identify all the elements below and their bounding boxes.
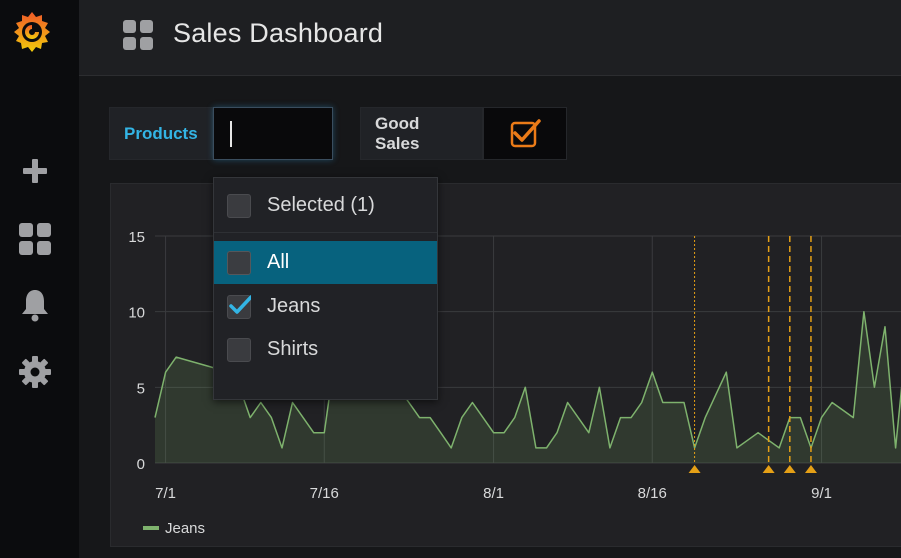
annotation-marker bbox=[688, 465, 701, 473]
option-label: Selected (1) bbox=[267, 194, 375, 216]
good-sales-checkbox[interactable] bbox=[483, 107, 567, 160]
page-title[interactable]: Sales Dashboard bbox=[173, 18, 383, 49]
gear-icon[interactable] bbox=[18, 355, 52, 389]
plus-icon[interactable] bbox=[18, 154, 52, 188]
sidebar bbox=[0, 0, 79, 558]
x-tick-label: 8/16 bbox=[638, 485, 667, 502]
x-tick-label: 8/1 bbox=[483, 485, 504, 502]
dropdown-option-selected[interactable]: Selected (1) bbox=[214, 184, 437, 227]
top-navbar: Sales Dashboard bbox=[79, 0, 901, 76]
option-label: Jeans bbox=[267, 295, 321, 317]
dropdown-divider bbox=[214, 232, 437, 233]
dashboard-grid-icon bbox=[123, 20, 154, 51]
x-tick-label: 7/1 bbox=[155, 485, 176, 502]
products-variable-input[interactable] bbox=[213, 107, 333, 160]
grafana-logo-icon[interactable] bbox=[10, 8, 54, 56]
annotation-marker bbox=[762, 465, 775, 473]
checkbox-checked-icon bbox=[510, 119, 541, 148]
option-checkbox-checked bbox=[227, 294, 251, 319]
dashboards-icon[interactable] bbox=[18, 222, 52, 256]
dropdown-option-shirts[interactable]: Shirts bbox=[214, 328, 437, 371]
option-checkbox bbox=[227, 250, 251, 275]
y-tick-label: 5 bbox=[137, 380, 145, 397]
products-variable-label: Products bbox=[109, 107, 213, 160]
annotation-marker bbox=[804, 465, 817, 473]
legend-swatch bbox=[143, 526, 159, 530]
option-label: All bbox=[267, 251, 290, 273]
check-icon bbox=[229, 294, 251, 314]
option-checkbox bbox=[227, 337, 251, 362]
x-tick-label: 7/16 bbox=[310, 485, 339, 502]
dashboard-body: Products Good Sales 0 5 10 15 7/1 7/16 8/1 8/16… bbox=[79, 77, 901, 558]
y-tick-label: 0 bbox=[137, 456, 145, 473]
legend-label: Jeans bbox=[165, 520, 205, 537]
dropdown-option-all[interactable]: All bbox=[214, 241, 437, 284]
option-label: Shirts bbox=[267, 338, 319, 360]
option-checkbox bbox=[227, 193, 251, 218]
bell-icon[interactable] bbox=[18, 288, 52, 322]
text-caret bbox=[230, 121, 232, 147]
y-tick-label: 10 bbox=[128, 305, 145, 322]
x-tick-label: 9/1 bbox=[811, 485, 832, 502]
products-dropdown-menu: Selected (1) All Jeans Shirts bbox=[213, 177, 438, 400]
dropdown-option-jeans[interactable]: Jeans bbox=[214, 285, 437, 328]
annotation-marker bbox=[783, 465, 796, 473]
good-sales-variable-label: Good Sales bbox=[360, 107, 483, 160]
y-tick-label: 15 bbox=[128, 229, 145, 246]
